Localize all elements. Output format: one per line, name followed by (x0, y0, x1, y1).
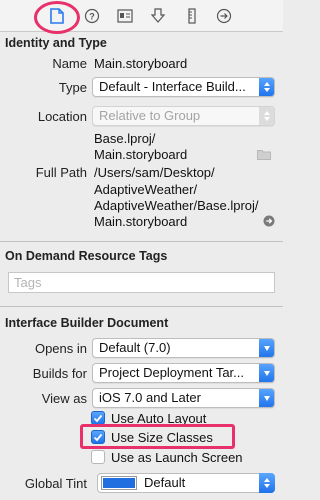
location-popup[interactable]: Relative to Group (92, 106, 275, 126)
type-popup-value: Default - Interface Build... (99, 79, 246, 94)
attributes-inspector-icon[interactable] (150, 8, 166, 24)
size-classes-highlight (80, 424, 235, 449)
size-inspector-icon[interactable] (184, 8, 200, 24)
use-as-launch-screen-label: Use as Launch Screen (111, 449, 243, 465)
connections-inspector-icon[interactable] (216, 8, 232, 24)
tags-input[interactable]: Tags (8, 272, 275, 293)
type-label: Type (58, 80, 87, 95)
opens-in-label: Opens in (34, 341, 87, 356)
location-popup-value: Relative to Group (99, 108, 201, 123)
svg-text:?: ? (89, 12, 95, 22)
location-label: Location (37, 109, 87, 124)
view-as-popup[interactable]: iOS 7.0 and Later (92, 388, 275, 408)
chevron-down-icon (259, 339, 274, 357)
fullpath-line1: /Users/sam/Desktop/ (94, 165, 215, 180)
quick-help-icon[interactable]: ? (84, 8, 100, 24)
builds-for-label: Builds for (32, 366, 87, 381)
folder-icon[interactable] (257, 148, 271, 163)
color-swatch-frame (101, 476, 137, 490)
checkmark-icon (91, 411, 105, 425)
color-swatch (103, 478, 135, 488)
fullpath-label: Full Path (35, 165, 87, 180)
name-label: Name (52, 56, 87, 71)
section-divider (0, 241, 283, 242)
type-popup[interactable]: Default - Interface Build... (92, 77, 275, 97)
global-tint-popup[interactable]: Default (97, 473, 275, 493)
chevron-updown-icon (259, 107, 274, 125)
file-inspector-highlight (34, 1, 80, 34)
builds-for-popup-value: Project Deployment Tar... (99, 365, 244, 380)
global-tint-value: Default (144, 475, 186, 490)
use-as-launch-screen-checkbox[interactable]: Use as Launch Screen (91, 449, 243, 465)
section-divider (0, 306, 283, 307)
fullpath-line4: Main.storyboard (94, 214, 188, 229)
view-as-popup-value: iOS 7.0 and Later (99, 390, 201, 405)
builds-for-popup[interactable]: Project Deployment Tar... (92, 363, 275, 383)
chevron-down-icon (259, 364, 274, 382)
section-title-odr: On Demand Resource Tags (5, 249, 168, 263)
section-title-ib-doc: Interface Builder Document (5, 316, 169, 330)
empty-checkbox-icon (91, 450, 105, 464)
opens-in-popup[interactable]: Default (7.0) (92, 338, 275, 358)
chevron-updown-icon (259, 78, 274, 96)
view-as-label: View as (41, 391, 87, 406)
chevron-updown-icon (259, 473, 275, 493)
chevron-down-icon (259, 389, 274, 407)
global-tint-label: Global Tint (24, 476, 87, 491)
reveal-arrow-icon[interactable] (263, 215, 275, 230)
opens-in-popup-value: Default (7.0) (99, 340, 171, 355)
identity-inspector-icon[interactable] (117, 8, 133, 24)
name-value: Main.storyboard (94, 56, 188, 71)
location-path-line2: Main.storyboard (94, 147, 188, 162)
section-title-identity: Identity and Type (5, 36, 107, 50)
